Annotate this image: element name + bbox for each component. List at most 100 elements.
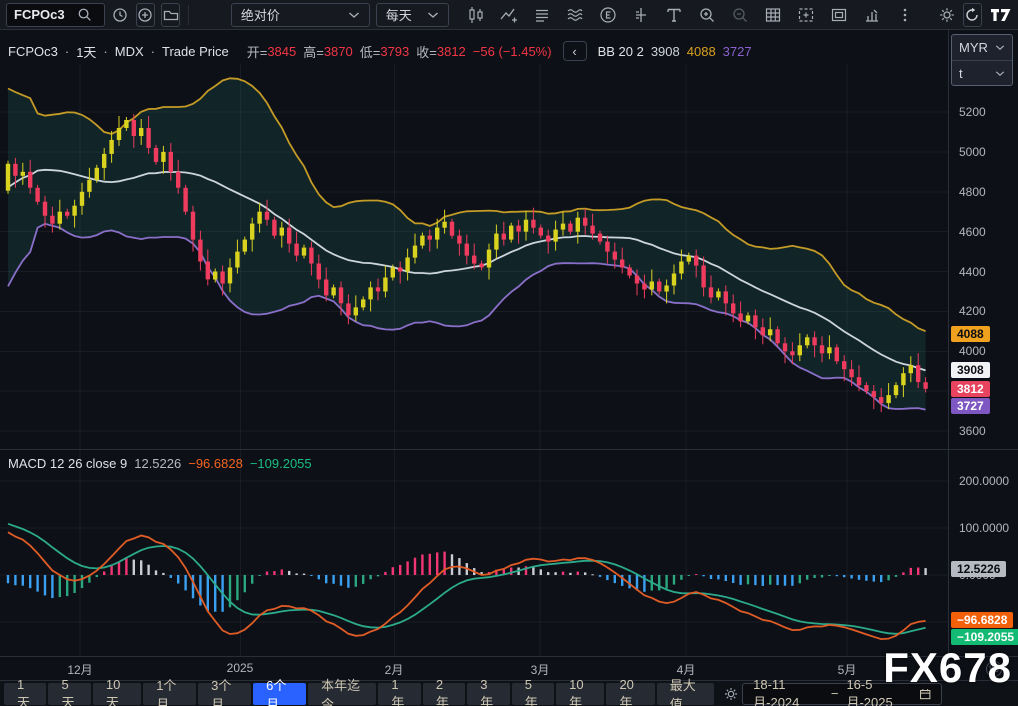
collapse-legend-button[interactable]: ‹ — [563, 41, 587, 61]
toolbar-icon-row — [463, 3, 918, 27]
bb-basis-value: 3908 — [651, 44, 680, 59]
search-icon — [73, 3, 97, 27]
currency-unit-selector: MYR t — [951, 34, 1013, 86]
time-axis-separator — [0, 656, 1018, 657]
time-axis-label: 2025 — [227, 661, 254, 675]
high-value: 3870 — [324, 44, 353, 59]
date-separator: − — [831, 686, 839, 701]
interval-dropdown[interactable]: 每天 — [376, 3, 449, 27]
fx678-watermark: FX678 — [883, 644, 1012, 692]
top-toolbar: FCPOc3 绝对价 每天 — [0, 0, 1018, 30]
price-mode-value: 绝对价 — [241, 5, 280, 24]
range-settings-gear-icon[interactable] — [720, 682, 742, 706]
tradingview-logo[interactable] — [990, 3, 1012, 27]
zoom-out-icon — [727, 3, 753, 27]
chart-application: FCPOc3 绝对价 每天 — [0, 0, 1018, 706]
macd-tag: 12.5226 — [951, 561, 1006, 577]
main-legend: FCPOc3 · 1天 · MDX · Trade Price 开=3845 高… — [8, 41, 752, 61]
interval-value: 每天 — [386, 5, 412, 24]
close-label: 收= — [416, 42, 437, 61]
price-tick: 4200 — [959, 304, 986, 318]
close-value: 3812 — [437, 44, 466, 59]
change-value: −56 (−1.45%) — [473, 44, 552, 59]
price-tag: 3727 — [951, 398, 990, 414]
price-tag: 3908 — [951, 362, 990, 378]
range-button[interactable]: 1个月 — [143, 683, 196, 705]
bb-indicator-title[interactable]: BB 20 2 — [598, 44, 644, 59]
range-button[interactable]: 3年 — [467, 683, 509, 705]
range-buttons: 1天5天10天1个月3个月6个月本年迄今1年2年3年5年10年20年最大值 — [4, 683, 714, 705]
grid-table-icon[interactable] — [760, 3, 786, 27]
macd-tag: −96.6828 — [951, 612, 1013, 628]
open-label: 开= — [247, 42, 268, 61]
symbol-text: FCPOc3 — [14, 7, 65, 22]
macd-indicator-title[interactable]: MACD 12 26 close 9 — [8, 456, 127, 471]
settings-gear-icon[interactable] — [938, 3, 957, 27]
macd-signal-value: −109.2055 — [250, 456, 312, 471]
zoom-in-icon[interactable] — [694, 3, 720, 27]
range-button[interactable]: 10年 — [556, 683, 604, 705]
currency-value: MYR — [959, 40, 988, 55]
template-e-icon[interactable] — [595, 3, 621, 27]
more-options-icon[interactable] — [892, 3, 918, 27]
macd-legend: MACD 12 26 close 9 12.5226 −96.6828 −109… — [8, 456, 312, 471]
add-symbol-button[interactable] — [136, 3, 155, 27]
unit-value: t — [959, 66, 963, 81]
watchlist-folder-button[interactable] — [161, 3, 180, 27]
price-tag: 3812 — [951, 381, 990, 397]
price-tick: 4600 — [959, 225, 986, 239]
range-button[interactable]: 20年 — [606, 683, 654, 705]
currency-dropdown[interactable]: MYR — [952, 35, 1012, 60]
compare-layers-icon[interactable] — [529, 3, 555, 27]
symbol-search-input[interactable]: FCPOc3 — [6, 3, 105, 27]
price-scale[interactable]: MYR t 5200500048004600440042004000380036… — [948, 30, 1018, 680]
low-label: 低= — [360, 42, 381, 61]
range-button[interactable]: 1年 — [378, 683, 420, 705]
time-axis-label: 2月 — [385, 661, 404, 678]
legend-interval[interactable]: 1天 — [76, 42, 96, 61]
range-button[interactable]: 2年 — [423, 683, 465, 705]
legend-symbol[interactable]: FCPOc3 — [8, 44, 58, 59]
time-axis-label: 5月 — [838, 661, 857, 678]
range-button[interactable]: 6个月 — [253, 683, 306, 705]
price-mode-dropdown[interactable]: 绝对价 — [231, 3, 370, 27]
high-label: 高= — [303, 42, 324, 61]
macd-hist-value: 12.5226 — [134, 456, 181, 471]
date-from: 18-11月-2024 — [753, 677, 823, 706]
range-button[interactable]: 本年迄今 — [308, 683, 376, 705]
macd-line-value: −96.6828 — [188, 456, 243, 471]
low-value: 3793 — [380, 44, 409, 59]
snapshot-window-icon[interactable] — [826, 3, 852, 27]
screenshot-icon[interactable] — [793, 3, 819, 27]
legend-series-type: Trade Price — [162, 44, 229, 59]
legend-dot: · — [151, 44, 155, 59]
reset-chart-icon[interactable] — [963, 3, 982, 27]
candlestick-style-icon[interactable] — [463, 3, 489, 27]
range-button[interactable]: 5年 — [512, 683, 554, 705]
legend-dot: · — [103, 44, 107, 59]
unit-dropdown[interactable]: t — [952, 60, 1012, 85]
range-button[interactable]: 10天 — [93, 683, 141, 705]
bottom-toolbar: 1天5天10天1个月3个月6个月本年迄今1年2年3年5年10年20年最大值 18… — [0, 680, 1018, 706]
chevron-down-icon — [427, 11, 439, 19]
range-button[interactable]: 最大值 — [657, 683, 715, 705]
price-chart-canvas[interactable] — [0, 30, 948, 656]
chart-edit-icon[interactable] — [859, 3, 885, 27]
time-axis-label: 3月 — [531, 661, 550, 678]
range-button[interactable]: 3个月 — [198, 683, 251, 705]
history-clock-icon[interactable] — [111, 3, 130, 27]
overlay-waves-icon[interactable] — [562, 3, 588, 27]
price-tag: 4088 — [951, 326, 990, 342]
pane-separator[interactable] — [0, 449, 1018, 450]
toolbar-separator — [188, 5, 189, 25]
legend-dot: · — [65, 44, 69, 59]
range-button[interactable]: 1天 — [4, 683, 46, 705]
indicators-icon[interactable] — [496, 3, 522, 27]
range-button[interactable]: 5天 — [48, 683, 90, 705]
bb-lower-value: 3727 — [723, 44, 752, 59]
price-tick: 3600 — [959, 424, 986, 438]
bb-upper-value: 4088 — [687, 44, 716, 59]
legend-exchange: MDX — [115, 44, 144, 59]
text-tool-icon[interactable] — [661, 3, 687, 27]
measure-icon[interactable] — [628, 3, 654, 27]
